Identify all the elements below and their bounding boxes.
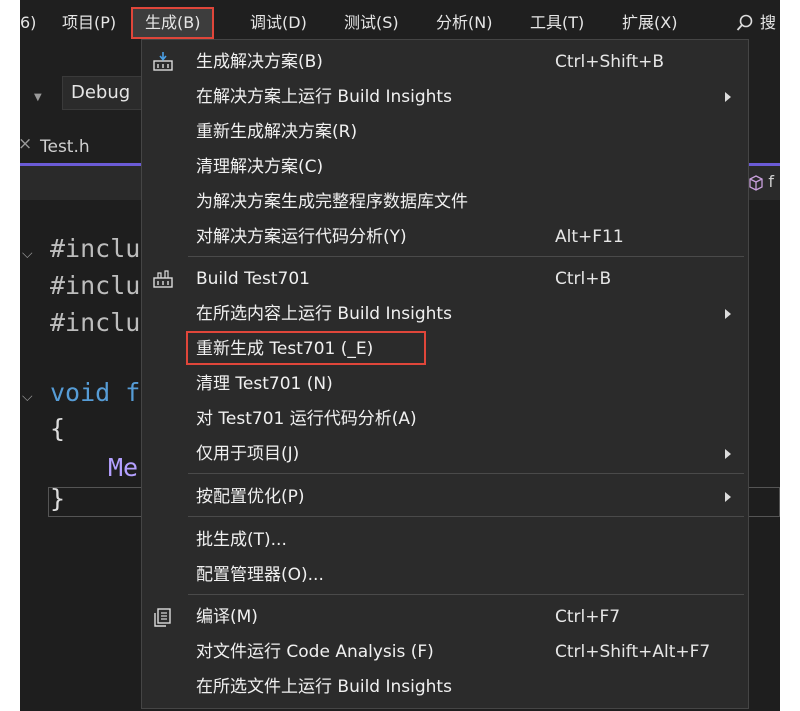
code-line: {: [50, 414, 66, 443]
menu-item-label: 在所选文件上运行 Build Insights: [196, 677, 452, 697]
menu-item-build[interactable]: 生成(B): [130, 7, 215, 39]
menu-item-partial[interactable]: 6): [12, 10, 44, 36]
menu-item-label: 对 Test701 运行代码分析(A): [196, 409, 417, 429]
menu-item-label: 清理 Test701 (N): [196, 374, 333, 394]
menu-item-build-solution[interactable]: 生成解决方案(B) Ctrl+Shift+B: [142, 45, 748, 79]
menu-item-label: 为解决方案生成完整程序数据库文件: [196, 192, 468, 212]
menu-item-configuration-manager[interactable]: 配置管理器(O)...: [142, 558, 748, 592]
menu-item-tools[interactable]: 工具(T): [522, 10, 592, 36]
menu-item-shortcut: Alt+F11: [555, 227, 624, 247]
menu-item-label: 对文件运行 Code Analysis (F): [196, 642, 434, 662]
menu-item-analyze[interactable]: 分析(N): [428, 10, 500, 36]
build-project-icon: [153, 270, 173, 288]
menu-item-shortcut: Ctrl+F7: [555, 607, 621, 627]
menu-item-file-code-analysis[interactable]: 对文件运行 Code Analysis (F) Ctrl+Shift+Alt+F…: [142, 635, 748, 669]
compile-icon: [154, 608, 171, 627]
submenu-arrow-icon: [725, 309, 731, 319]
menu-item-rebuild-solution[interactable]: 重新生成解决方案(R): [142, 115, 748, 149]
code-line: Me: [108, 453, 139, 482]
menu-item-label: 批生成(T)...: [196, 530, 287, 550]
menu-item-debug[interactable]: 调试(D): [242, 10, 315, 36]
menu-item-label: 配置管理器(O)...: [196, 565, 324, 585]
menu-item-label: 对解决方案运行代码分析(Y): [196, 227, 407, 247]
menu-separator: [188, 473, 744, 474]
menu-item-clean-solution[interactable]: 清理解决方案(C): [142, 150, 748, 184]
menu-item-selection-build-insights[interactable]: 在所选内容上运行 Build Insights: [142, 297, 748, 331]
build-menu-dropdown: 生成解决方案(B) Ctrl+Shift+B 在解决方案上运行 Build In…: [141, 39, 749, 709]
menu-item-label: 仅用于项目(J): [196, 444, 300, 464]
menu-item-shortcut: Ctrl+Shift+B: [555, 52, 665, 72]
menu-separator: [188, 516, 744, 517]
code-line: #inclu: [50, 308, 141, 337]
menu-item-compile[interactable]: 编译(M) Ctrl+F7: [142, 600, 748, 634]
menu-item-label: 在所选内容上运行 Build Insights: [196, 304, 452, 324]
code-line-function: void f: [50, 378, 141, 407]
menu-item-label: 在解决方案上运行 Build Insights: [196, 87, 452, 107]
menu-item-solution-code-analysis[interactable]: 对解决方案运行代码分析(Y) Alt+F11: [142, 220, 748, 254]
menu-item-label: 清理解决方案(C): [196, 157, 324, 177]
menu-item-label: 生成解决方案(B): [196, 52, 323, 72]
highlight-box: [186, 331, 426, 365]
code-line: #inclu: [50, 234, 141, 263]
menu-item-label: 重新生成解决方案(R): [196, 122, 358, 142]
menu-bar: 6) 项目(P) 生成(B) 调试(D) 测试(S) 分析(N) 工具(T) 扩…: [20, 0, 780, 44]
menu-item-shortcut: Ctrl+Shift+Alt+F7: [555, 642, 711, 662]
menu-item-generate-pdb[interactable]: 为解决方案生成完整程序数据库文件: [142, 185, 748, 219]
menu-item-build-project[interactable]: Build Test701 Ctrl+B: [142, 262, 748, 296]
menu-item-shortcut: Ctrl+B: [555, 269, 612, 289]
menu-item-label: 编译(M): [196, 607, 258, 627]
menu-item-file-build-insights[interactable]: 在所选文件上运行 Build Insights: [142, 670, 748, 704]
menu-separator: [188, 256, 744, 257]
submenu-arrow-icon: [725, 449, 731, 459]
menu-item-pgo[interactable]: 按配置优化(P): [142, 480, 748, 514]
menu-item-solution-build-insights[interactable]: 在解决方案上运行 Build Insights: [142, 80, 748, 114]
submenu-arrow-icon: [725, 492, 731, 502]
submenu-arrow-icon: [725, 92, 731, 102]
build-solution-icon: [153, 52, 173, 71]
chevron-down-icon[interactable]: ▼: [34, 92, 42, 103]
menu-item-label: Build Test701: [196, 269, 311, 289]
menu-item-extensions[interactable]: 扩展(X): [614, 10, 685, 36]
menu-item-project-code-analysis[interactable]: 对 Test701 运行代码分析(A): [142, 402, 748, 436]
member-cube-icon: [749, 175, 763, 191]
menu-item-batch-build[interactable]: 批生成(T)...: [142, 523, 748, 557]
menu-item-label: 按配置优化(P): [196, 487, 305, 507]
fold-toggle-icon[interactable]: ⌵: [22, 389, 33, 405]
menu-item-test[interactable]: 测试(S): [336, 10, 407, 36]
menu-item-project-only[interactable]: 仅用于项目(J): [142, 437, 748, 471]
search-label-fragment[interactable]: 搜: [758, 10, 778, 36]
search-icon[interactable]: [736, 14, 754, 32]
code-line: #inclu: [50, 271, 141, 300]
fold-toggle-icon[interactable]: ⌵: [22, 246, 33, 262]
menu-item-clean-project[interactable]: 清理 Test701 (N): [142, 367, 748, 401]
member-dropdown-fragment[interactable]: f: [768, 172, 774, 191]
menu-separator: [188, 594, 744, 595]
menu-item-project[interactable]: 项目(P): [54, 10, 124, 36]
